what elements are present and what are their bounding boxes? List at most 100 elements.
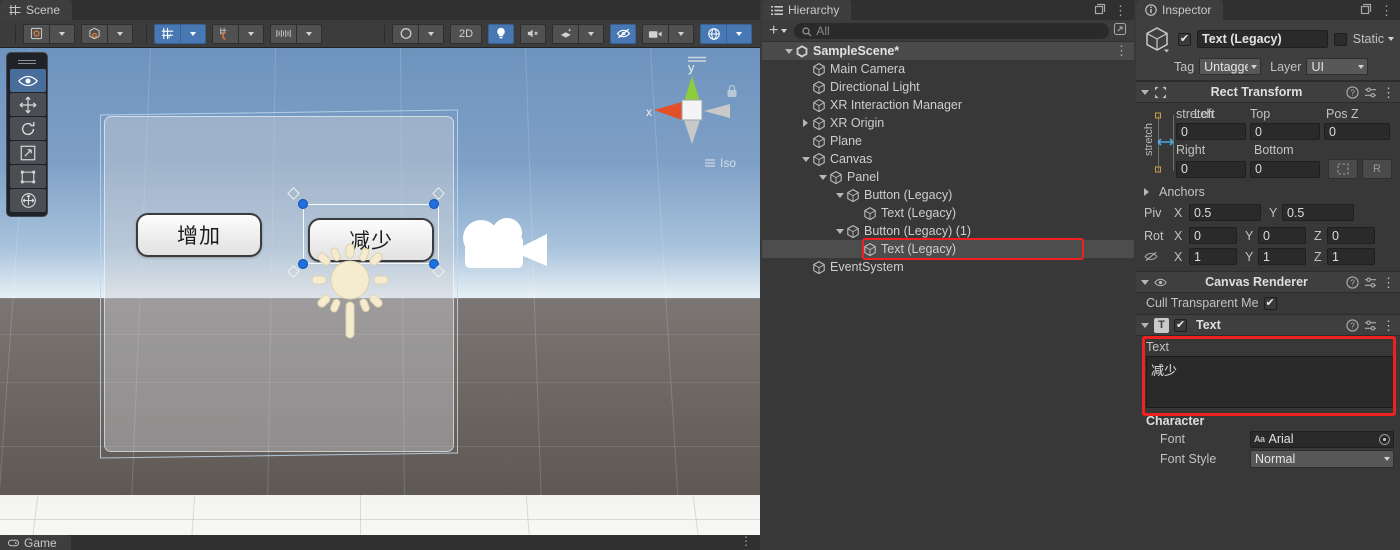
scale-x-field[interactable]: 1 bbox=[1189, 248, 1237, 265]
canvas-renderer-header[interactable]: Canvas Renderer ? ⋮ bbox=[1136, 271, 1400, 293]
help-icon[interactable]: ? bbox=[1346, 85, 1359, 99]
scene-row-menu-kebab[interactable]: ⋮ bbox=[1115, 44, 1128, 57]
2d-toggle[interactable]: 2D bbox=[450, 23, 482, 44]
raw-edit-button[interactable]: R bbox=[1362, 159, 1392, 179]
scale-z-field[interactable]: 1 bbox=[1327, 248, 1375, 265]
rot-z-field[interactable]: 0 bbox=[1327, 227, 1375, 244]
tab-hierarchy[interactable]: Hierarchy bbox=[762, 0, 852, 20]
scene-button-increase[interactable]: 增加 bbox=[136, 213, 262, 257]
hierarchy-twisty[interactable] bbox=[833, 192, 846, 198]
tab-scene[interactable]: Scene bbox=[0, 0, 73, 20]
magnet-snap-dropdown[interactable] bbox=[238, 23, 264, 44]
hierarchy-item-text-legacy[interactable]: Text (Legacy) bbox=[762, 240, 1134, 258]
scene-viewport[interactable]: 增加 减少 y x Iso bbox=[0, 48, 760, 535]
magnet-grid-icon[interactable] bbox=[212, 23, 238, 44]
tab-game[interactable]: Game bbox=[0, 535, 71, 550]
hierarchy-item-canvas[interactable]: Canvas bbox=[762, 150, 1134, 168]
effects-icon[interactable] bbox=[552, 23, 578, 44]
camera-dropdown[interactable] bbox=[668, 23, 694, 44]
gameobject-name-field[interactable]: Text (Legacy) bbox=[1197, 30, 1328, 48]
gizmos-dropdown[interactable] bbox=[726, 23, 752, 44]
gizmos-globe-icon[interactable] bbox=[700, 23, 726, 44]
camera-icon[interactable] bbox=[642, 23, 668, 44]
help-icon[interactable]: ? bbox=[1346, 275, 1359, 289]
anchors-foldout[interactable]: Anchors bbox=[1142, 185, 1394, 199]
main-camera-gizmo[interactable] bbox=[455, 216, 551, 284]
dock-window-icon[interactable] bbox=[1094, 3, 1106, 18]
view-tool-dropdown[interactable] bbox=[49, 23, 75, 44]
create-gameobject-button[interactable]: + bbox=[766, 22, 790, 38]
gameobject-enabled-checkbox[interactable]: ✔ bbox=[1178, 32, 1191, 46]
rect-handle-tl[interactable] bbox=[298, 199, 308, 209]
hierarchy-item-xr-interaction-manager[interactable]: XR Interaction Manager bbox=[762, 96, 1134, 114]
view-hand-tool[interactable] bbox=[10, 69, 46, 92]
cube-pivot-icon[interactable] bbox=[81, 23, 107, 44]
grid-y-icon[interactable]: Y bbox=[154, 23, 180, 44]
help-icon[interactable]: ? bbox=[1346, 318, 1359, 332]
eye-slash-icon[interactable] bbox=[610, 23, 636, 44]
hierarchy-item-samplescene[interactable]: SampleScene* bbox=[762, 42, 1134, 60]
ruler-dropdown[interactable] bbox=[296, 23, 322, 44]
chevron-down-icon[interactable] bbox=[1141, 279, 1149, 285]
directional-light-gizmo[interactable] bbox=[296, 244, 404, 352]
hierarchy-menu-kebab[interactable]: ⋮ bbox=[1114, 4, 1127, 17]
chevron-down-icon[interactable] bbox=[1388, 37, 1394, 41]
search-input[interactable]: All bbox=[794, 22, 1109, 39]
draw-mode-dropdown[interactable] bbox=[418, 23, 444, 44]
chevron-down-icon[interactable] bbox=[1141, 322, 1149, 328]
search-expand-icon[interactable] bbox=[1113, 22, 1130, 39]
rect-tool[interactable] bbox=[10, 165, 46, 188]
text-value-textarea[interactable]: 减少 bbox=[1146, 356, 1394, 408]
hierarchy-item-text-legacy[interactable]: Text (Legacy) bbox=[762, 204, 1134, 222]
hierarchy-item-main-camera[interactable]: Main Camera bbox=[762, 60, 1134, 78]
hierarchy-item-button-legacy-1[interactable]: Button (Legacy) (1) bbox=[762, 222, 1134, 240]
scale-y-field[interactable]: 1 bbox=[1258, 248, 1306, 265]
right-field[interactable]: 0 bbox=[1176, 160, 1246, 178]
posz-field[interactable]: 0 bbox=[1324, 123, 1390, 140]
left-field[interactable]: 0 bbox=[1176, 123, 1246, 140]
palette-drag-handle[interactable] bbox=[10, 57, 44, 66]
move-pan-icon[interactable] bbox=[23, 23, 49, 44]
pivot-mode-dropdown[interactable] bbox=[107, 23, 133, 44]
hierarchy-item-directional-light[interactable]: Directional Light bbox=[762, 78, 1134, 96]
tab-inspector[interactable]: Inspector bbox=[1136, 0, 1224, 20]
preset-sliders-icon[interactable] bbox=[1364, 276, 1377, 289]
game-menu-kebab[interactable]: ⋮ bbox=[740, 535, 752, 547]
pivot-x-field[interactable]: 0.5 bbox=[1189, 204, 1261, 221]
move-tool[interactable] bbox=[10, 93, 46, 116]
text-component-header[interactable]: T ✔ Text ? ⋮ bbox=[1136, 314, 1400, 336]
hierarchy-item-xr-origin[interactable]: XR Origin bbox=[762, 114, 1134, 132]
preset-sliders-icon[interactable] bbox=[1364, 86, 1377, 99]
chevron-down-icon[interactable] bbox=[1141, 89, 1149, 95]
pivot-y-field[interactable]: 0.5 bbox=[1282, 204, 1354, 221]
layer-dropdown[interactable]: UI bbox=[1306, 58, 1369, 75]
canvas-renderer-menu-kebab[interactable]: ⋮ bbox=[1382, 276, 1395, 289]
rect-transform-header[interactable]: Rect Transform ? ⋮ bbox=[1136, 81, 1400, 103]
blueprint-mode-button[interactable] bbox=[1328, 159, 1358, 179]
hierarchy-twisty[interactable] bbox=[782, 48, 795, 54]
hierarchy-tree[interactable]: SampleScene* Main Camera Directional Light… bbox=[762, 42, 1134, 276]
hierarchy-twisty[interactable] bbox=[816, 174, 829, 180]
transform-tool[interactable] bbox=[10, 189, 46, 212]
preset-sliders-icon[interactable] bbox=[1364, 319, 1377, 332]
hierarchy-item-button-legacy[interactable]: Button (Legacy) bbox=[762, 186, 1134, 204]
scale-tool[interactable] bbox=[10, 141, 46, 164]
inspector-menu-kebab[interactable]: ⋮ bbox=[1380, 4, 1393, 17]
font-object-field[interactable]: Aa Arial bbox=[1250, 430, 1394, 448]
rot-y-field[interactable]: 0 bbox=[1258, 227, 1306, 244]
hierarchy-item-eventsystem[interactable]: EventSystem bbox=[762, 258, 1134, 276]
mute-speaker-icon[interactable] bbox=[520, 23, 546, 44]
grid-snap-dropdown[interactable] bbox=[180, 23, 206, 44]
shaded-sphere-icon[interactable] bbox=[392, 23, 418, 44]
anchor-preset-preview[interactable]: stretch bbox=[1142, 107, 1174, 179]
hierarchy-item-panel[interactable]: Panel bbox=[762, 168, 1134, 186]
hierarchy-twisty[interactable] bbox=[833, 228, 846, 234]
lightbulb-icon[interactable] bbox=[488, 23, 514, 44]
scale-linked-icon[interactable] bbox=[1144, 251, 1170, 262]
rot-x-field[interactable]: 0 bbox=[1189, 227, 1237, 244]
hierarchy-twisty[interactable] bbox=[799, 119, 812, 127]
rect-transform-menu-kebab[interactable]: ⋮ bbox=[1382, 86, 1395, 99]
dock-window-icon[interactable] bbox=[1360, 3, 1372, 18]
hierarchy-item-plane[interactable]: Plane bbox=[762, 132, 1134, 150]
font-style-dropdown[interactable]: Normal bbox=[1250, 450, 1394, 468]
